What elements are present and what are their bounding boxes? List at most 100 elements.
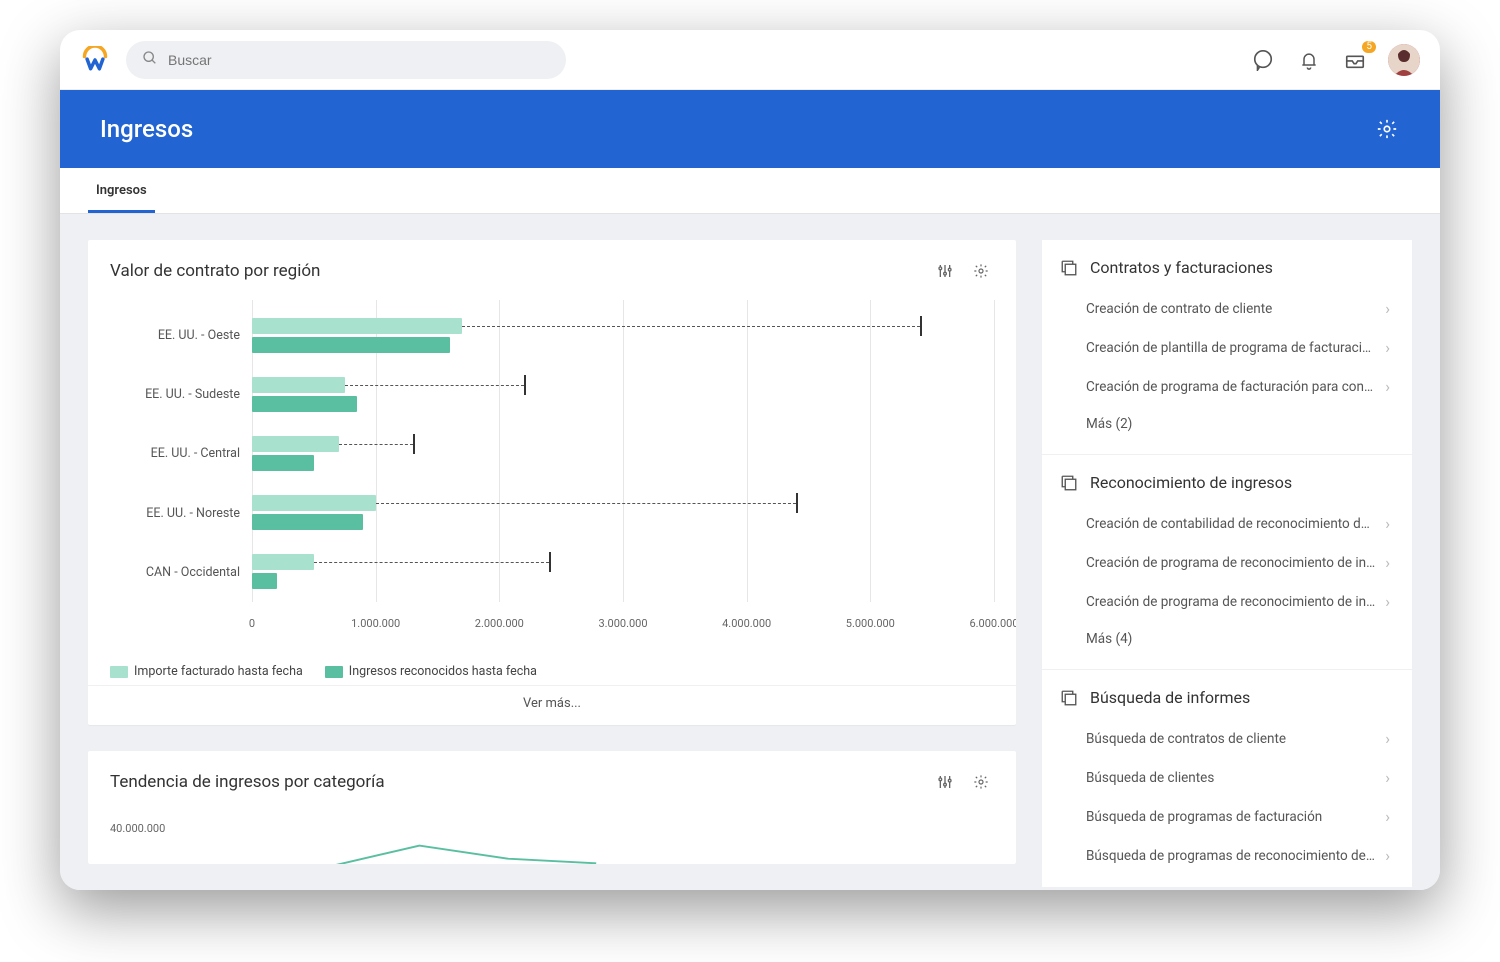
- panel-link-label: Creación de contabilidad de reconocimien…: [1086, 516, 1376, 532]
- panel-link[interactable]: Creación de programa de facturación para…: [1060, 367, 1394, 406]
- bar-series2[interactable]: [252, 573, 277, 589]
- inbox-badge: 5: [1362, 41, 1376, 53]
- chart2-ytick: 40.000.000: [110, 822, 165, 835]
- chart-card-region: Valor de contrato por región 01.000.0002…: [88, 240, 1016, 725]
- panel-link-label: Más (4): [1086, 631, 1132, 647]
- y-category-label: EE. UU. - Noreste: [110, 495, 240, 531]
- panel-link[interactable]: Más (4): [1060, 621, 1394, 657]
- tabstrip: Ingresos: [60, 168, 1440, 214]
- panel-link-label: Creación de programa de reconocimiento d…: [1086, 555, 1376, 571]
- chart1-legend: Importe facturado hasta fecha Ingresos r…: [88, 644, 1016, 685]
- stack-icon: [1060, 689, 1078, 707]
- panel-link-label: Creación de contrato de cliente: [1086, 301, 1272, 317]
- panel-link[interactable]: Búsqueda de programas de facturación ›: [1060, 797, 1394, 836]
- y-category-label: CAN - Occidental: [110, 554, 240, 590]
- panel-link[interactable]: Búsqueda de programas de reconocimiento …: [1060, 836, 1394, 875]
- panel-title: Búsqueda de informes: [1060, 688, 1394, 707]
- panel-link[interactable]: Creación de contabilidad de reconocimien…: [1060, 504, 1394, 543]
- panel-link[interactable]: Creación de programa de reconocimiento d…: [1060, 582, 1394, 621]
- sliders-icon[interactable]: [932, 769, 958, 795]
- banner-settings-icon[interactable]: [1374, 116, 1400, 142]
- error-tick: [796, 493, 798, 513]
- panel-link[interactable]: Búsqueda de clientes ›: [1060, 758, 1394, 797]
- panel-link-label: Creación de programa de facturación para…: [1086, 379, 1376, 395]
- y-category-label: EE. UU. - Central: [110, 436, 240, 472]
- stack-icon: [1060, 474, 1078, 492]
- panel-section: Contratos y facturaciones Creación de con…: [1042, 240, 1412, 455]
- bar-series2[interactable]: [252, 455, 314, 471]
- bar-series1[interactable]: [252, 436, 339, 452]
- chevron-right-icon: ›: [1385, 553, 1390, 572]
- error-dash: [345, 385, 524, 386]
- legend-item-1: Importe facturado hasta fecha: [110, 664, 303, 679]
- panel-title: Contratos y facturaciones: [1060, 258, 1394, 277]
- x-tick-label: 2.000.000: [475, 617, 524, 630]
- panel-link[interactable]: Búsqueda de contratos de cliente ›: [1060, 719, 1394, 758]
- error-dash: [339, 444, 413, 445]
- x-tick-label: 3.000.000: [598, 617, 647, 630]
- error-tick: [413, 434, 415, 454]
- bar-series1[interactable]: [252, 495, 376, 511]
- chat-icon[interactable]: [1250, 47, 1276, 73]
- topbar: 5: [60, 30, 1440, 90]
- content: Valor de contrato por región 01.000.0002…: [60, 214, 1440, 890]
- chart1-title: Valor de contrato por región: [110, 261, 320, 281]
- chevron-right-icon: ›: [1385, 846, 1390, 865]
- left-column: Valor de contrato por región 01.000.0002…: [88, 240, 1016, 864]
- y-category-label: EE. UU. - Oeste: [110, 318, 240, 354]
- chevron-right-icon: ›: [1385, 729, 1390, 748]
- gear-icon[interactable]: [968, 769, 994, 795]
- page-title: Ingresos: [100, 115, 193, 143]
- panel-link[interactable]: Creación de programa de reconocimiento d…: [1060, 543, 1394, 582]
- x-tick-label: 0: [249, 617, 255, 630]
- bar-series1[interactable]: [252, 377, 345, 393]
- right-column: Contratos y facturaciones Creación de con…: [1042, 240, 1412, 864]
- see-more-link[interactable]: Ver más...: [88, 685, 1016, 725]
- panel-link[interactable]: Creación de contrato de cliente ›: [1060, 289, 1394, 328]
- gridline: [994, 300, 995, 602]
- stack-icon: [1060, 259, 1078, 277]
- error-dash: [314, 562, 549, 563]
- chevron-right-icon: ›: [1385, 807, 1390, 826]
- panel-title: Reconocimiento de ingresos: [1060, 473, 1394, 492]
- bar-series1[interactable]: [252, 318, 462, 334]
- panel-link[interactable]: Creación de plantilla de programa de fac…: [1060, 328, 1394, 367]
- chart-card-tendencia: Tendencia de ingresos por categoría 40.0…: [88, 751, 1016, 864]
- search-input[interactable]: [168, 52, 550, 68]
- chevron-right-icon: ›: [1385, 377, 1390, 396]
- panel-link-label: Búsqueda de programas de facturación: [1086, 809, 1322, 825]
- chevron-right-icon: ›: [1385, 514, 1390, 533]
- bar-series1[interactable]: [252, 554, 314, 570]
- bell-icon[interactable]: [1296, 47, 1322, 73]
- top-icons: 5: [1250, 44, 1420, 76]
- chevron-right-icon: ›: [1385, 299, 1390, 318]
- panel-link-label: Búsqueda de contratos de cliente: [1086, 731, 1286, 747]
- gear-icon[interactable]: [968, 258, 994, 284]
- chevron-right-icon: ›: [1385, 592, 1390, 611]
- error-tick: [549, 552, 551, 572]
- sliders-icon[interactable]: [932, 258, 958, 284]
- x-tick-label: 5.000.000: [846, 617, 895, 630]
- chevron-right-icon: ›: [1385, 768, 1390, 787]
- avatar[interactable]: [1388, 44, 1420, 76]
- chevron-right-icon: ›: [1385, 338, 1390, 357]
- bar-series2[interactable]: [252, 514, 363, 530]
- inbox-icon[interactable]: 5: [1342, 47, 1368, 73]
- workday-logo[interactable]: [80, 45, 110, 75]
- panel-link[interactable]: Más (2): [1060, 406, 1394, 442]
- panel-link-label: Búsqueda de programas de reconocimiento …: [1086, 848, 1376, 864]
- panel-link-label: Búsqueda de clientes: [1086, 770, 1214, 786]
- bar-series2[interactable]: [252, 337, 450, 353]
- panel-link-label: Creación de plantilla de programa de fac…: [1086, 340, 1376, 356]
- x-tick-label: 4.000.000: [722, 617, 771, 630]
- error-dash: [376, 503, 796, 504]
- x-tick-label: 6.000.000: [969, 617, 1016, 630]
- chart2-title: Tendencia de ingresos por categoría: [110, 772, 385, 792]
- bar-series2[interactable]: [252, 396, 357, 412]
- panel-section: Búsqueda de informes Búsqueda de contrato…: [1042, 670, 1412, 888]
- search-box[interactable]: [126, 41, 566, 79]
- tab-ingresos[interactable]: Ingresos: [88, 169, 155, 213]
- app-frame: 5 Ingresos Ingresos Valor de contrato po…: [60, 30, 1440, 890]
- chart1-area: 01.000.0002.000.0003.000.0004.000.0005.0…: [88, 292, 1016, 644]
- y-category-label: EE. UU. - Sudeste: [110, 377, 240, 413]
